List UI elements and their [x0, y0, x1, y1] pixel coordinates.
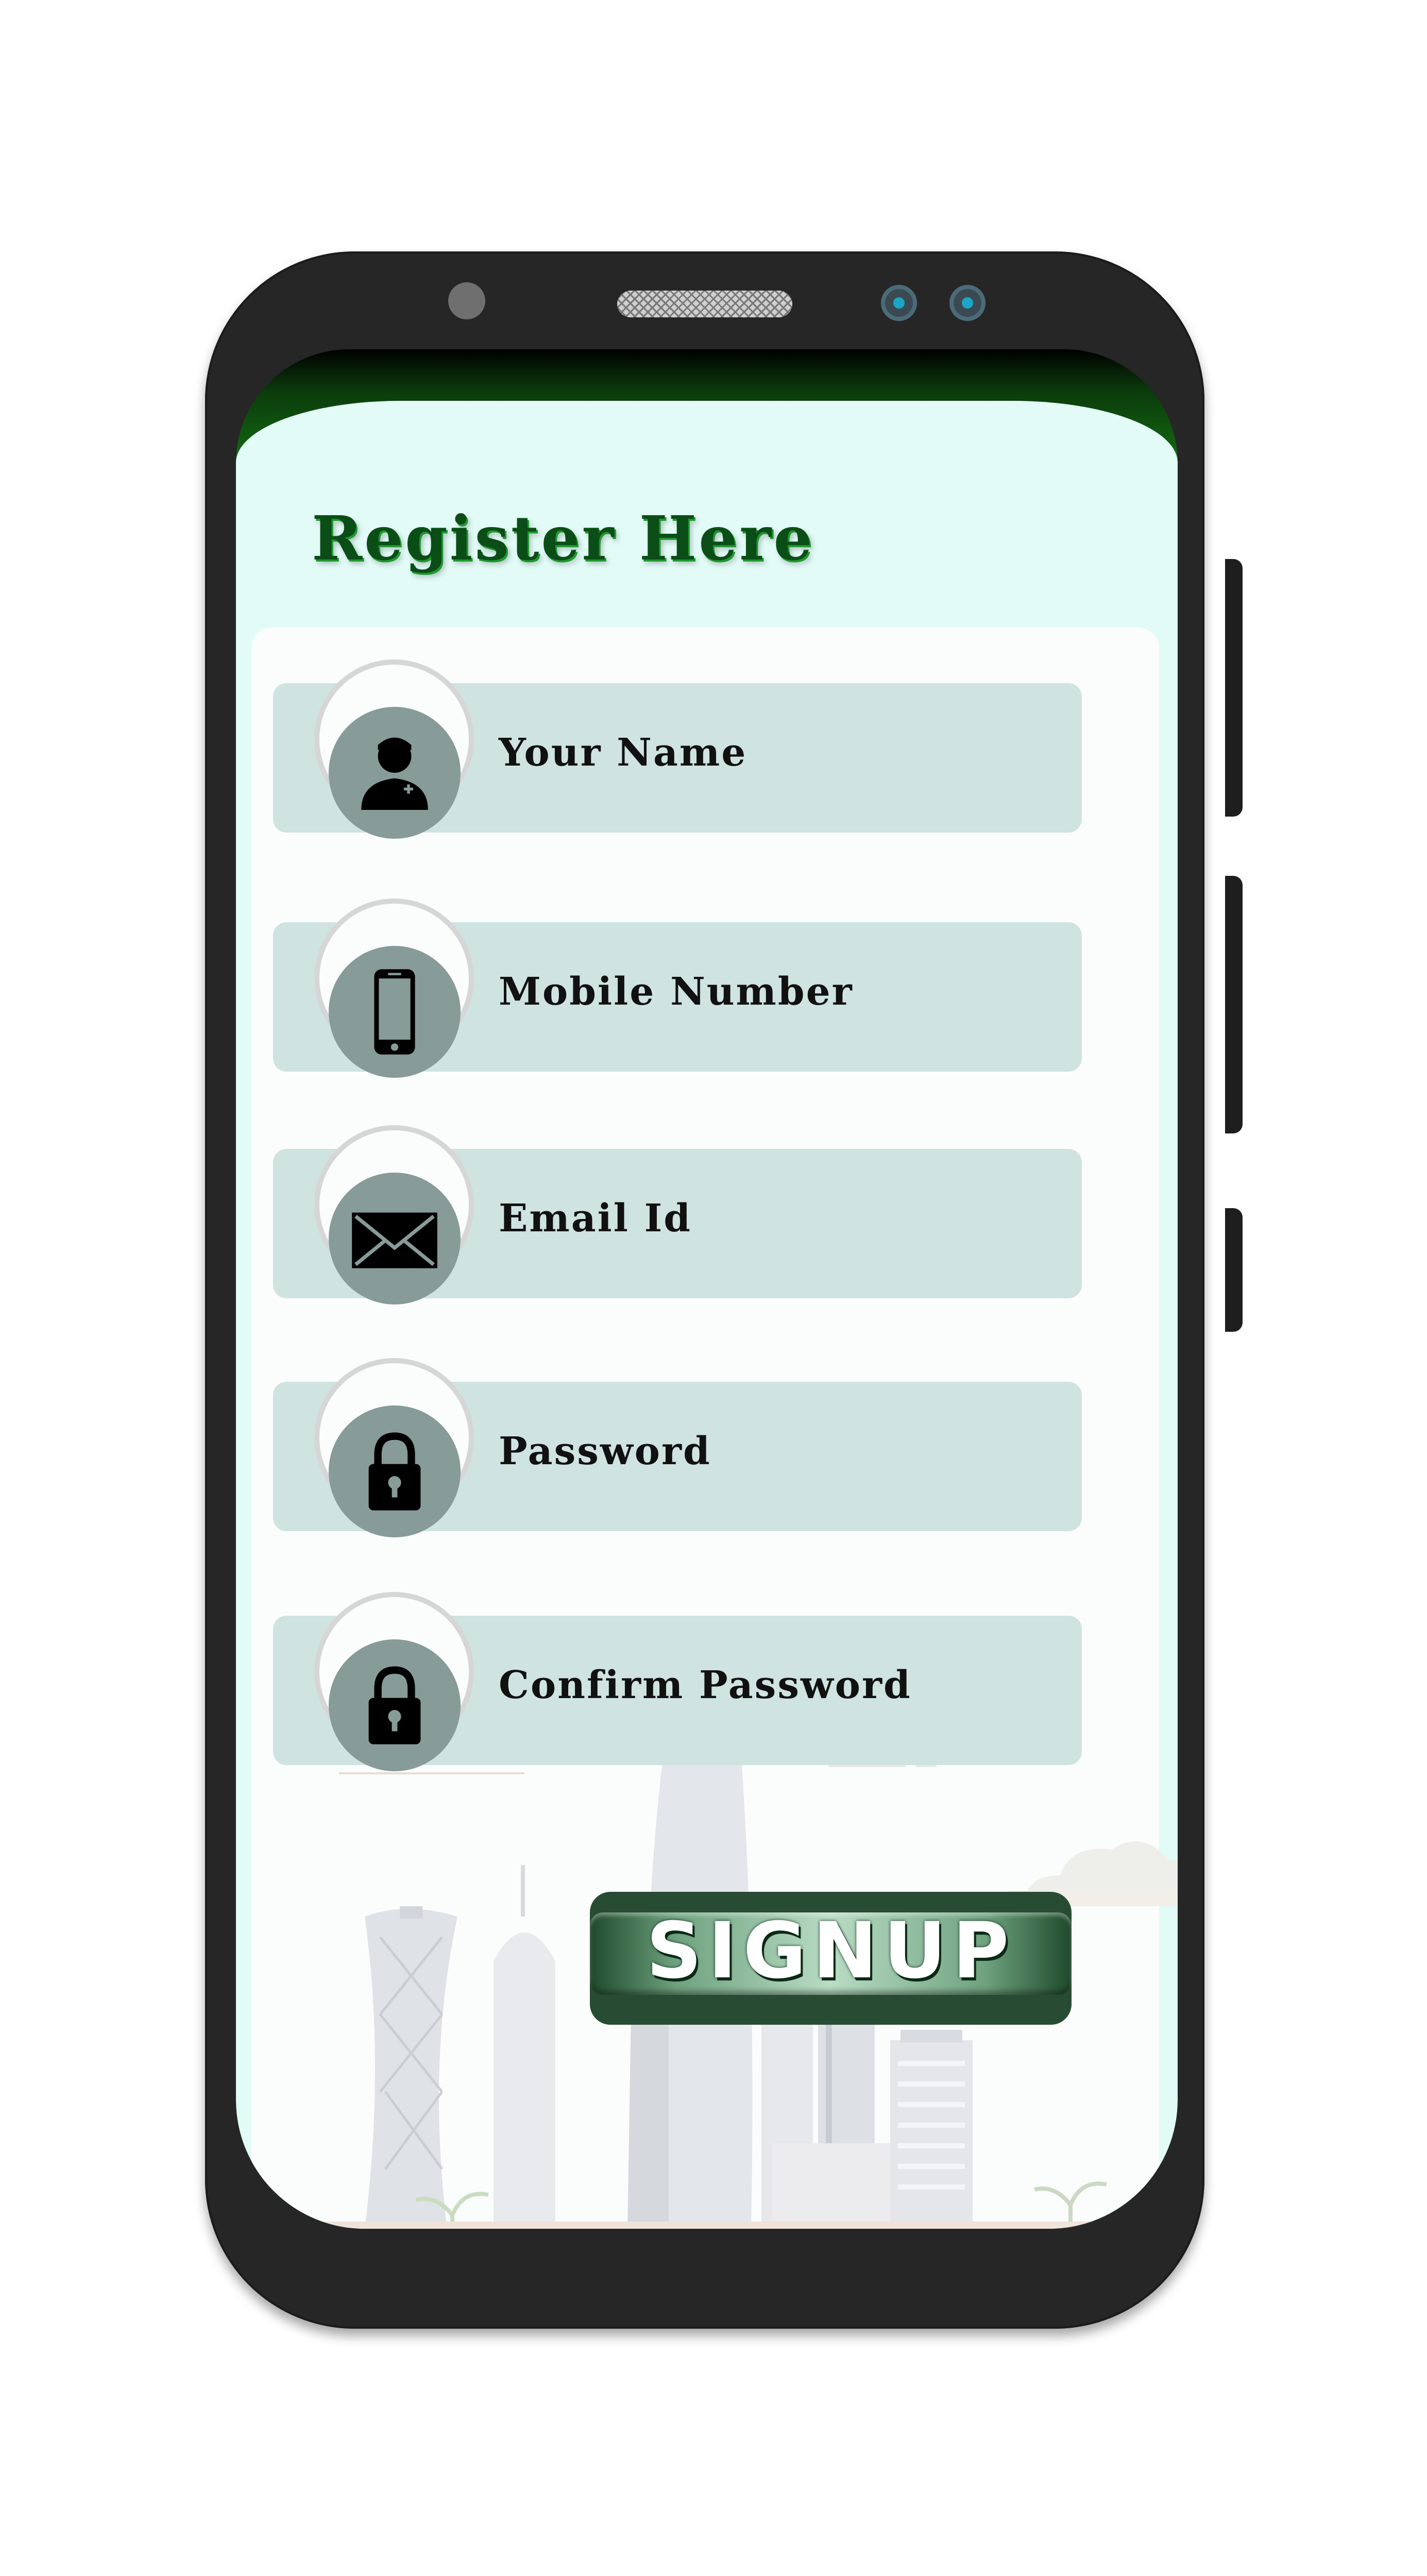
user-icon: [329, 707, 461, 839]
password-field-label: Password: [499, 1429, 711, 1473]
email-field-label: Email Id: [499, 1196, 692, 1241]
sensor-icon: [949, 285, 986, 321]
power-button: [1225, 1208, 1243, 1332]
sensor-icon: [881, 285, 917, 321]
mobile-phone-icon: [329, 946, 461, 1078]
confirm-password-field-label: Confirm Password: [499, 1663, 912, 1707]
signup-button[interactable]: SIGNUP: [590, 1892, 1072, 2025]
stage: Register Here Your Name Mobile Number Em…: [0, 0, 1427, 2576]
signup-button-label: SIGNUP: [646, 1906, 1015, 1996]
volume-down-button: [1225, 876, 1243, 1133]
page-title: Register Here: [312, 502, 814, 574]
speaker-grille: [617, 291, 792, 317]
name-field-label: Your Name: [499, 731, 748, 775]
lock-icon: [329, 1639, 461, 1771]
volume-up-button: [1225, 559, 1243, 817]
envelope-icon: [329, 1173, 461, 1304]
lock-icon: [329, 1405, 461, 1537]
front-camera-icon: [448, 282, 485, 319]
mobile-number-field-label: Mobile Number: [499, 970, 854, 1014]
